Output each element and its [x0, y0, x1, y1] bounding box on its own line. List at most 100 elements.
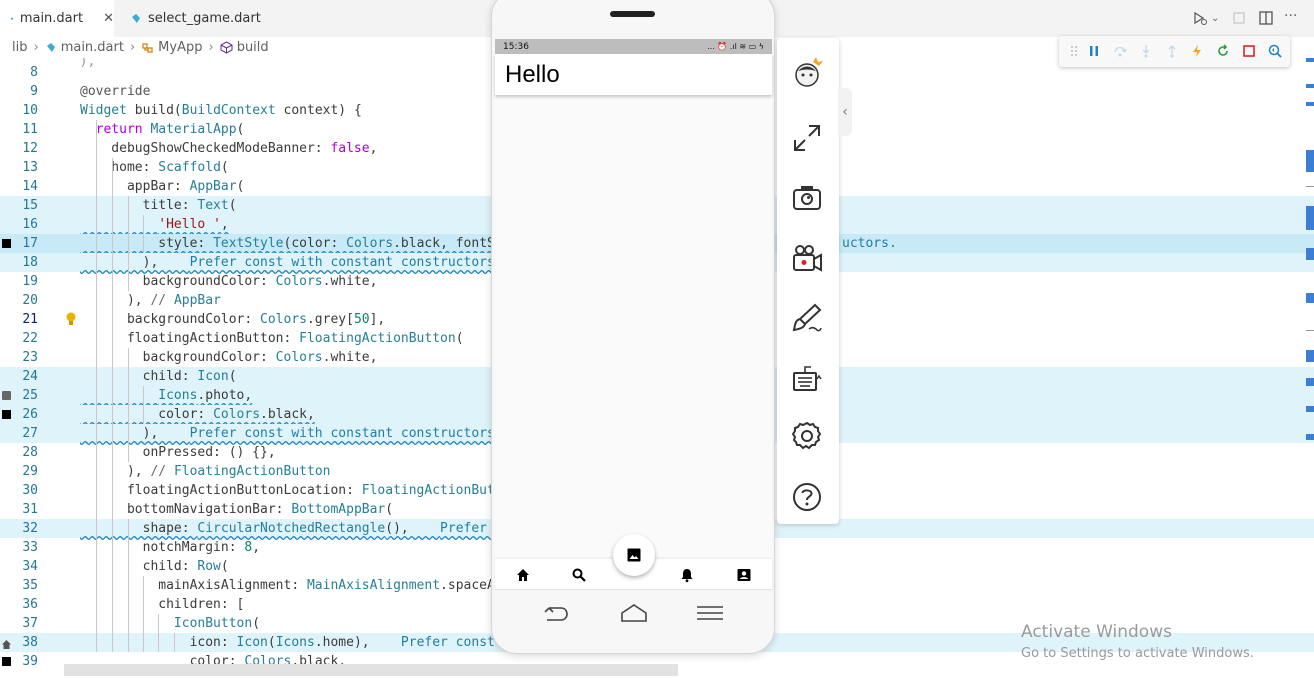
- status-time: 15:36: [503, 41, 529, 52]
- search-icon[interactable]: [571, 567, 587, 583]
- phone-speaker: [610, 11, 655, 17]
- compare-icon[interactable]: [1232, 10, 1248, 26]
- stop-icon[interactable]: [1242, 44, 1256, 58]
- code-text: ), Prefer const with constant constructo…: [80, 426, 503, 441]
- code-text: backgroundColor: Colors.grey[50],: [80, 312, 386, 327]
- tab-label: select_game.dart: [148, 11, 261, 26]
- line-number: 34: [22, 559, 38, 574]
- line-number: 10: [22, 103, 38, 118]
- code-text: backgroundColor: Colors.white,: [80, 350, 378, 365]
- line-number: 21: [22, 312, 38, 327]
- horizontal-scrollbar[interactable]: [64, 664, 678, 676]
- code-text: return MaterialApp(: [95, 122, 245, 137]
- indent-guide: [128, 519, 129, 652]
- class-icon: [142, 43, 153, 53]
- menu-icon[interactable]: [695, 602, 725, 624]
- contact-icon[interactable]: [736, 567, 752, 583]
- tab-main-dart[interactable]: main.dart ✕: [0, 0, 114, 37]
- step-into-icon[interactable]: [1139, 44, 1153, 58]
- brush-icon[interactable]: [791, 302, 823, 334]
- devtools-icon[interactable]: [1268, 44, 1282, 58]
- code-text: home: Scaffold(: [80, 160, 229, 175]
- breadcrumb-class[interactable]: MyApp: [141, 40, 202, 55]
- minimap-marker: [1306, 206, 1314, 230]
- minimap-marker: [1306, 293, 1314, 303]
- settings-icon[interactable]: [791, 420, 823, 452]
- status-icons: ... ⏰ .ıl ≋ ▭ ϟ: [707, 42, 764, 51]
- indent-guide: [143, 215, 144, 253]
- restart-icon[interactable]: [1216, 44, 1230, 58]
- collapse-toolbar-icon[interactable]: ‹: [838, 88, 852, 136]
- indent-guide: [174, 633, 175, 652]
- code-text: children: [: [80, 597, 245, 612]
- indent-guide: [143, 576, 144, 652]
- line-number: 18: [22, 255, 38, 270]
- breadcrumb-method-label: build: [236, 40, 269, 55]
- chevron-right-icon: ›: [33, 40, 39, 55]
- line-number: 16: [22, 217, 38, 232]
- line-number: 35: [22, 578, 38, 593]
- phone-screen[interactable]: 15:36 ... ⏰ .ıl ≋ ▭ ϟ Hello: [495, 39, 772, 591]
- photo-icon: [2, 391, 11, 400]
- line-number: 27: [22, 426, 38, 441]
- phone-nav-bar: [495, 589, 772, 639]
- fullscreen-icon[interactable]: [791, 122, 823, 154]
- home-icon: [2, 638, 11, 649]
- run-debug-icon[interactable]: [1192, 10, 1208, 26]
- split-editor-icon[interactable]: [1258, 10, 1274, 26]
- line-number: 11: [22, 122, 38, 137]
- app-bar: Hello: [495, 54, 772, 95]
- photo-icon: [627, 548, 641, 562]
- line-number: 12: [22, 141, 38, 156]
- minimap-cursor: [1306, 186, 1314, 187]
- home-nav-icon[interactable]: [619, 602, 649, 624]
- breadcrumb-file[interactable]: main.dart: [45, 40, 124, 55]
- line-number: 8: [30, 65, 38, 80]
- line-number: 14: [22, 179, 38, 194]
- code-text: onPressed: () {},: [80, 445, 276, 460]
- hot-reload-icon[interactable]: [1190, 44, 1204, 58]
- breadcrumb-lib[interactable]: lib: [12, 40, 27, 55]
- help-icon[interactable]: [791, 481, 823, 513]
- step-over-icon[interactable]: [1113, 44, 1127, 58]
- code-text: child: Row(: [80, 559, 229, 574]
- chevron-down-icon[interactable]: ⌄: [1211, 13, 1227, 29]
- code-text: floatingActionButton: FloatingActionButt…: [80, 331, 464, 346]
- code-text: ), // AppBar: [80, 293, 221, 308]
- line-number: 37: [22, 616, 38, 631]
- lightbulb-icon[interactable]: [66, 312, 76, 326]
- code-text: appBar: AppBar(: [80, 179, 245, 194]
- line-number: 38: [22, 635, 38, 650]
- close-icon[interactable]: ✕: [103, 11, 114, 26]
- code-text: Icons.photo,: [158, 388, 253, 403]
- mascot-icon[interactable]: [791, 56, 823, 88]
- step-out-icon[interactable]: [1165, 44, 1179, 58]
- indent-guide: [96, 120, 97, 652]
- code-text: notchMargin: 8,: [80, 540, 261, 555]
- code-text: @override: [80, 84, 151, 99]
- screenshot-icon[interactable]: [791, 182, 823, 214]
- more-actions-icon[interactable]: ···: [1284, 8, 1300, 24]
- watermark-title: Activate Windows: [1021, 622, 1172, 642]
- tab-label: main.dart: [19, 11, 84, 26]
- notifications-icon[interactable]: [679, 567, 695, 583]
- minimap-marker: [1306, 434, 1314, 440]
- breadcrumb-method[interactable]: build: [220, 40, 269, 55]
- home-icon[interactable]: [515, 567, 531, 583]
- minimap-marker: [1306, 58, 1314, 62]
- drag-handle-icon[interactable]: [1067, 44, 1081, 58]
- floating-action-button[interactable]: [613, 534, 655, 576]
- code-text: title: Text(: [80, 198, 237, 213]
- minimap-marker: [1306, 150, 1314, 172]
- color-swatch-icon: [2, 657, 11, 666]
- record-icon[interactable]: [791, 242, 823, 274]
- dart-icon: [46, 42, 55, 52]
- tab-select-game-dart[interactable]: select_game.dart: [118, 0, 268, 37]
- minimap-marker: [1306, 378, 1314, 386]
- pause-icon[interactable]: [1087, 44, 1101, 58]
- code-text: debugShowCheckedModeBanner: false,: [80, 141, 378, 156]
- back-icon[interactable]: [541, 602, 571, 624]
- keyboard-icon[interactable]: [791, 362, 823, 394]
- hint-overflow: uctors.: [842, 236, 897, 251]
- chevron-right-icon: ›: [129, 40, 136, 55]
